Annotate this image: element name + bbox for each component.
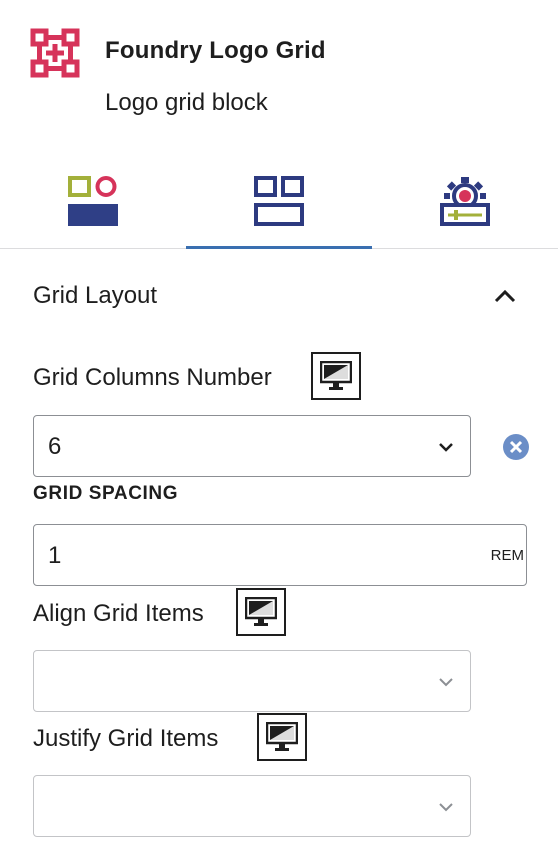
panel-title: Grid Layout xyxy=(33,282,158,309)
columns-select-value: 6 xyxy=(48,433,62,460)
columns-select[interactable]: 6 xyxy=(33,415,471,477)
spacing-input[interactable]: 1 REM xyxy=(33,524,527,586)
tab-style[interactable] xyxy=(0,160,186,248)
columns-reset-button[interactable] xyxy=(502,433,530,461)
align-select[interactable] xyxy=(33,650,471,712)
justify-label: Justify Grid Items xyxy=(33,725,219,752)
block-description: Logo grid block xyxy=(105,89,268,116)
logo-grid-icon xyxy=(30,28,80,78)
justify-select[interactable] xyxy=(33,775,471,837)
justify-device-button[interactable] xyxy=(257,713,307,761)
spacing-input-value: 1 xyxy=(48,542,62,569)
align-label: Align Grid Items xyxy=(33,600,204,627)
shapes-style-icon xyxy=(68,176,118,226)
desktop-icon xyxy=(245,597,277,626)
chevron-down-icon xyxy=(439,803,453,812)
block-card: Foundry Logo Grid Logo grid block xyxy=(0,0,558,140)
block-title: Foundry Logo Grid xyxy=(105,37,326,64)
chevron-up-icon xyxy=(494,289,516,303)
tab-layout[interactable] xyxy=(186,160,372,249)
spacing-unit[interactable]: REM xyxy=(491,547,524,564)
panel-collapse-button[interactable] xyxy=(488,282,522,310)
align-device-button[interactable] xyxy=(236,588,286,636)
inspector-tabs xyxy=(0,160,558,249)
desktop-icon xyxy=(320,361,352,390)
columns-label: Grid Columns Number xyxy=(33,364,272,391)
chevron-down-icon xyxy=(439,678,453,687)
columns-device-button[interactable] xyxy=(311,352,361,400)
desktop-icon xyxy=(266,722,298,751)
spacing-label: GRID SPACING xyxy=(33,483,179,504)
layout-blocks-icon xyxy=(254,176,304,226)
chevron-down-icon xyxy=(439,443,453,452)
close-circle-icon xyxy=(503,434,529,460)
tab-advanced[interactable] xyxy=(372,160,558,248)
gear-settings-icon xyxy=(440,177,490,226)
